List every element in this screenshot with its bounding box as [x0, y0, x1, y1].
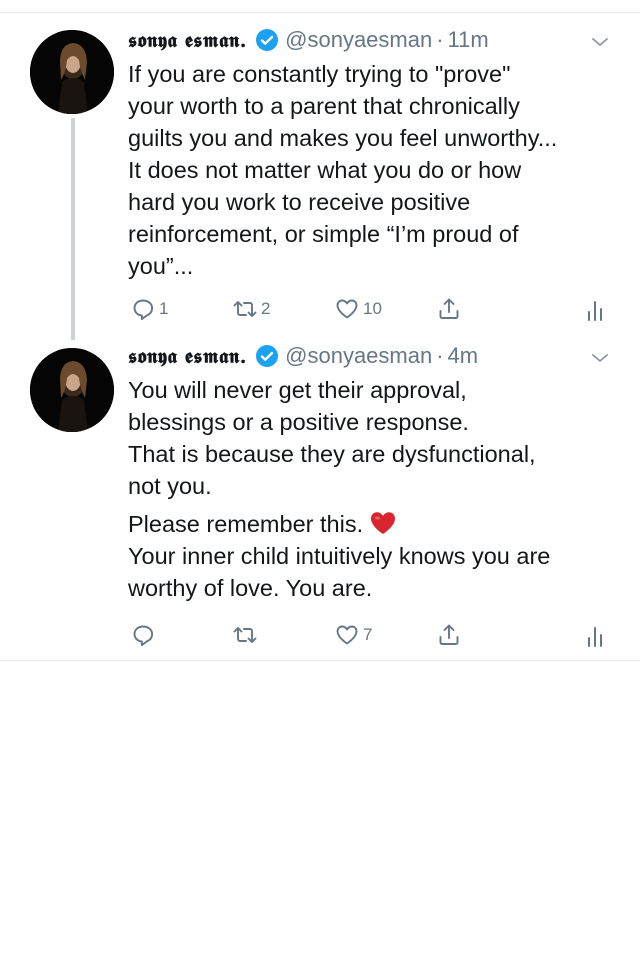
text-segment: Please remember this. — [128, 511, 364, 537]
text-line: worthy of love. You are. — [128, 575, 373, 601]
analytics-icon — [588, 627, 602, 647]
text-line: Please remember this. — [128, 508, 628, 540]
bottom-divider — [0, 660, 640, 661]
retweet-button[interactable] — [232, 622, 261, 648]
text-line: hard you work to receive positive — [128, 189, 471, 215]
text-line: That is because they are dysfunctional, — [128, 441, 536, 467]
display-name[interactable]: 𝖘𝖔𝖓𝖞𝖆 𝖊𝖘𝖒𝖆𝖓. — [128, 28, 247, 52]
text-line: your worth to a parent that chronically — [128, 93, 520, 119]
separator-dot: · — [436, 27, 444, 52]
text-line: You will never get their approval, — [128, 377, 467, 403]
text-line: you”... — [128, 253, 194, 279]
reply-icon — [133, 299, 154, 321]
heart-icon — [336, 299, 358, 319]
like-count: 7 — [363, 625, 373, 644]
share-button[interactable] — [436, 622, 462, 648]
timestamp[interactable]: 11m — [448, 27, 489, 53]
reply-count: 1 — [159, 299, 169, 318]
verified-badge-icon — [255, 28, 279, 52]
text-line: If you are constantly trying to "prove" — [128, 61, 511, 87]
text-line: reinforcement, or simple “I’m proud of — [128, 221, 519, 247]
reply-icon — [133, 625, 154, 647]
handle[interactable]: @sonyaesman — [285, 343, 432, 369]
reply-button[interactable]: 1 — [130, 296, 168, 322]
share-icon — [439, 624, 459, 645]
tweet-text: You will never get their approval, bless… — [128, 374, 628, 604]
text-line: not you. — [128, 473, 212, 499]
retweet-button[interactable]: 2 — [232, 296, 270, 322]
share-icon — [439, 298, 459, 319]
analytics-button[interactable] — [582, 298, 608, 324]
like-count: 10 — [363, 299, 382, 318]
heart-icon — [336, 625, 358, 645]
chevron-down-icon[interactable] — [588, 346, 612, 370]
verified-badge-icon — [255, 344, 279, 368]
top-divider — [0, 12, 640, 13]
share-button[interactable] — [436, 296, 462, 322]
display-name[interactable]: 𝖘𝖔𝖓𝖞𝖆 𝖊𝖘𝖒𝖆𝖓. — [128, 344, 247, 368]
avatar[interactable] — [30, 348, 114, 432]
chevron-down-icon[interactable] — [588, 30, 612, 54]
tweet-text: If you are constantly trying to "prove" … — [128, 58, 628, 282]
thread-connector-line — [71, 118, 75, 340]
retweet-icon — [233, 627, 257, 643]
like-button[interactable]: 7 — [334, 622, 372, 648]
handle[interactable]: @sonyaesman — [285, 27, 432, 53]
text-line: Your inner child intuitively knows you a… — [128, 543, 551, 569]
text-line: guilts you and makes you feel unworthy..… — [128, 125, 558, 151]
tweet-header: 𝖘𝖔𝖓𝖞𝖆 𝖊𝖘𝖒𝖆𝖓. @sonyaesman · 11m — [128, 24, 489, 56]
reply-button[interactable] — [130, 622, 159, 648]
text-line: It does not matter what you do or how — [128, 157, 522, 183]
retweet-count: 2 — [261, 299, 271, 318]
like-button[interactable]: 10 — [334, 296, 382, 322]
separator-dot: · — [436, 343, 444, 368]
retweet-icon — [233, 301, 257, 317]
avatar[interactable] — [30, 30, 114, 114]
tweet-header: 𝖘𝖔𝖓𝖞𝖆 𝖊𝖘𝖒𝖆𝖓. @sonyaesman · 4m — [128, 340, 478, 372]
red-heart-emoji — [369, 510, 397, 536]
analytics-icon — [588, 301, 602, 321]
text-line: blessings or a positive response. — [128, 409, 469, 435]
analytics-button[interactable] — [582, 624, 608, 650]
timestamp[interactable]: 4m — [448, 343, 479, 369]
